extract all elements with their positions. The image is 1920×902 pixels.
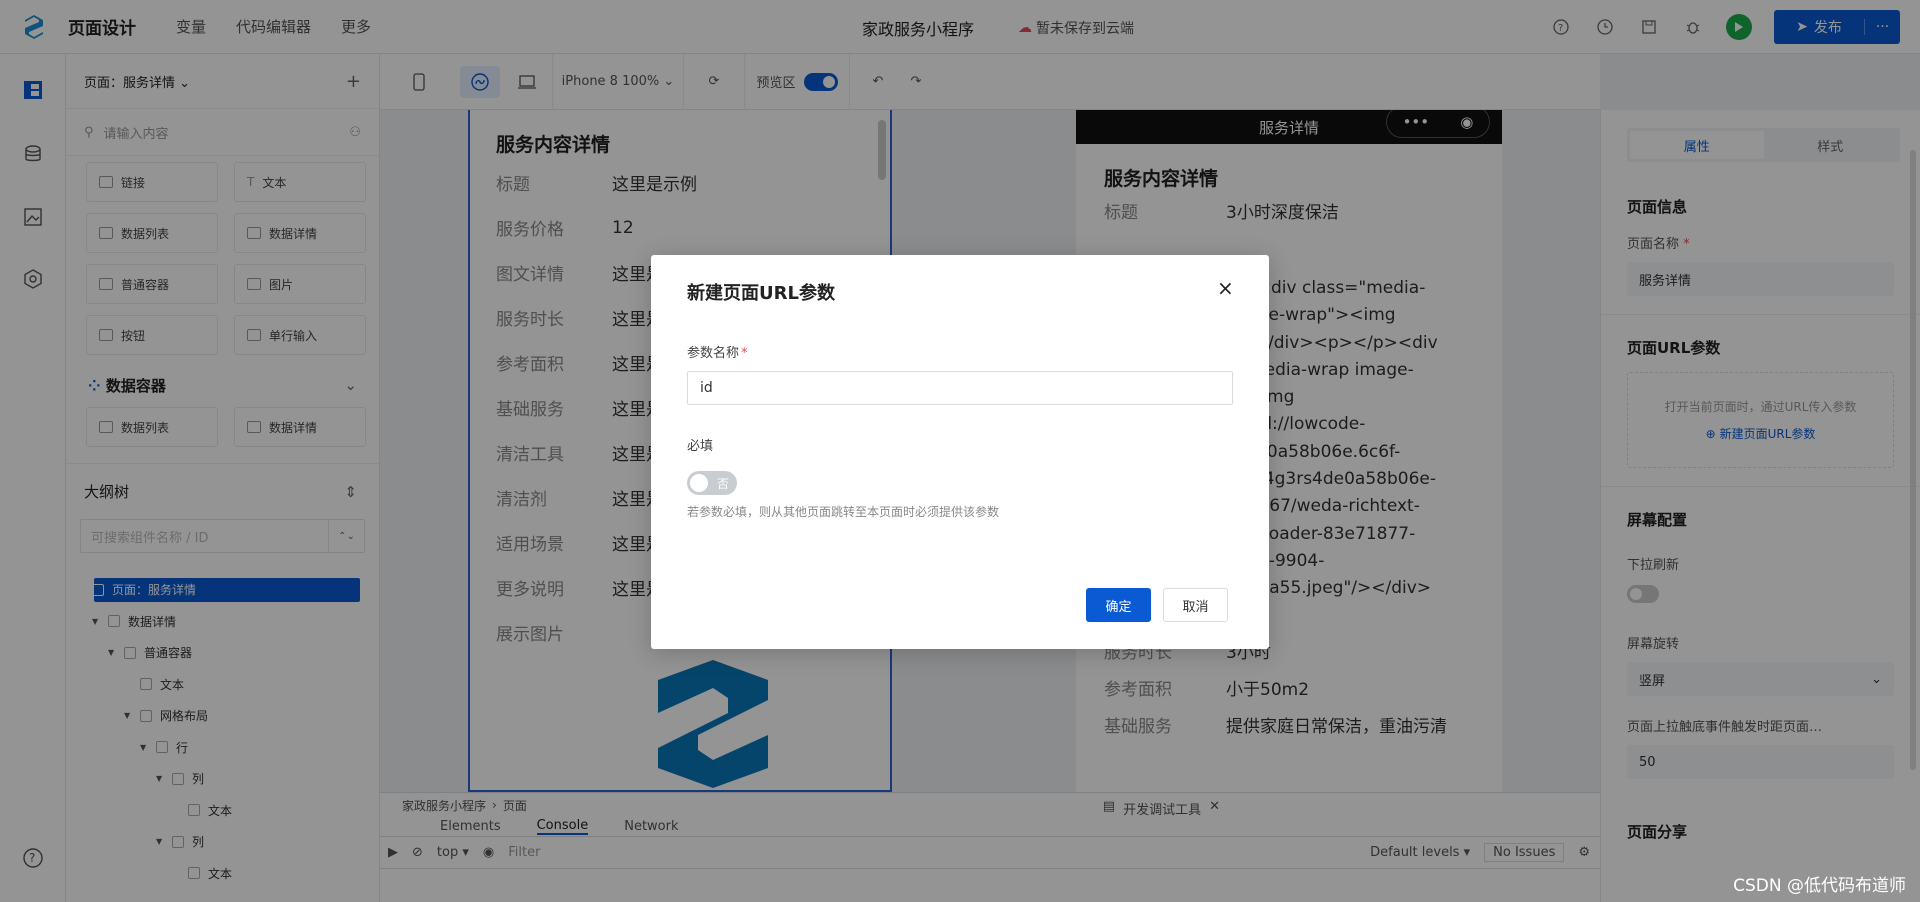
new-url-param-dialog: 新建页面URL参数 × 参数名称 * id 必填 否 若参数必填，则从其他页面跳转… (651, 255, 1269, 649)
confirm-button[interactable]: 确定 (1086, 588, 1151, 622)
switch-knob (690, 474, 708, 492)
required-mark: * (741, 346, 748, 361)
param-name-label: 参数名称 * (687, 342, 748, 361)
required-hint: 若参数必填，则从其他页面跳转至本页面时必须提供该参数 (687, 505, 1000, 519)
dialog-title: 新建页面URL参数 (687, 283, 835, 304)
required-switch[interactable]: 否 (687, 471, 737, 495)
param-name-input[interactable]: id (687, 371, 1233, 405)
param-name-label-text: 参数名称 (687, 346, 740, 361)
close-icon[interactable]: × (1217, 278, 1234, 298)
cancel-button[interactable]: 取消 (1163, 588, 1228, 622)
switch-text: 否 (716, 477, 729, 491)
watermark: CSDN @低代码布道师 (1733, 876, 1906, 896)
required-label: 必填 (687, 439, 714, 454)
